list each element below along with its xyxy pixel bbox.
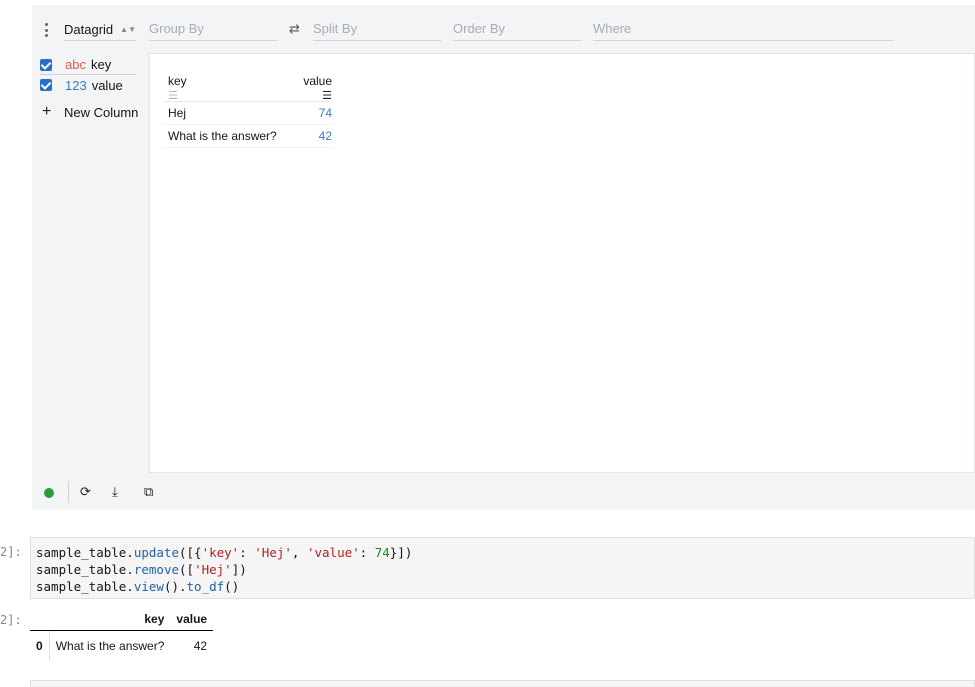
settings-menu-icon[interactable] bbox=[42, 23, 50, 37]
dataframe-index-header bbox=[30, 608, 50, 631]
cell-input-prompt: 2]: bbox=[0, 545, 22, 559]
column-name: key bbox=[90, 57, 112, 72]
dataframe-header-row: key value bbox=[30, 608, 214, 631]
grid-header-row: key value bbox=[164, 68, 332, 88]
column-menu-icon[interactable]: ☰ bbox=[322, 90, 332, 102]
dataframe-cell-value: 42 bbox=[193, 639, 208, 653]
dataframe-cell-key: What is the answer? bbox=[55, 639, 165, 653]
grid-column-menu-row: ☰ ☰ bbox=[164, 88, 332, 102]
column-item-value[interactable]: 123 value bbox=[40, 75, 140, 95]
grid-header-key[interactable]: key bbox=[164, 74, 288, 88]
grid-cell-key: What is the answer? bbox=[168, 129, 277, 143]
column-list: abc key 123 value bbox=[40, 55, 140, 95]
divider bbox=[68, 481, 69, 503]
dataframe-header-key: key bbox=[49, 608, 171, 631]
dataframe-output: key value 0 What is the answer? 42 bbox=[30, 608, 214, 661]
datagrid: key value ☰ ☰ Hej 74 What is the answer?… bbox=[164, 68, 332, 148]
perspective-viewer: Datagrid ▲▼ Group By ⇄ Split By Order By… bbox=[32, 5, 975, 509]
split-by-field[interactable]: Split By bbox=[313, 19, 441, 41]
grid-cell-value: 42 bbox=[318, 129, 332, 143]
column-name: value bbox=[91, 77, 123, 93]
copy-icon[interactable]: ⧉ bbox=[144, 484, 153, 500]
status-indicator-icon bbox=[44, 488, 54, 498]
new-column-button[interactable]: + New Column bbox=[42, 103, 138, 121]
grid-cell-value: 74 bbox=[318, 106, 332, 120]
plugin-select[interactable]: Datagrid ▲▼ bbox=[64, 19, 136, 41]
grid-header-value[interactable]: value bbox=[288, 74, 332, 88]
plus-icon: + bbox=[42, 103, 52, 120]
table-row: Hej 74 bbox=[164, 102, 332, 125]
select-caret-icon: ▲▼ bbox=[120, 25, 136, 34]
table-row: 0 What is the answer? 42 bbox=[30, 630, 213, 661]
column-menu-icon[interactable]: ☰ bbox=[168, 90, 178, 102]
viewer-status-bar: ⟳ ⤓ ⧉ bbox=[32, 477, 172, 509]
refresh-icon[interactable]: ⟳ bbox=[80, 484, 91, 500]
column-type-label: 123 bbox=[65, 77, 87, 93]
dataframe-index: 0 bbox=[30, 630, 50, 661]
column-item-key[interactable]: abc key bbox=[40, 55, 136, 75]
order-by-field[interactable]: Order By bbox=[453, 19, 581, 41]
new-column-label: New Column bbox=[64, 104, 139, 120]
plugin-select-value: Datagrid bbox=[64, 22, 114, 37]
code-cell[interactable]: sample_table.update([{'key': 'Hej', 'val… bbox=[30, 537, 975, 599]
viewer-toolbar: Datagrid ▲▼ Group By ⇄ Split By Order By… bbox=[32, 5, 975, 53]
table-row: What is the answer? 42 bbox=[164, 125, 332, 148]
swap-icon[interactable]: ⇄ bbox=[289, 21, 300, 37]
next-code-cell[interactable] bbox=[30, 680, 975, 687]
column-type-label: abc bbox=[65, 57, 86, 72]
where-field[interactable]: Where bbox=[593, 19, 893, 41]
group-by-field[interactable]: Group By bbox=[149, 19, 277, 41]
checkbox-icon[interactable] bbox=[40, 79, 52, 91]
download-icon[interactable]: ⤓ bbox=[112, 484, 118, 500]
checkbox-icon[interactable] bbox=[40, 58, 52, 71]
cell-output-prompt: 2]: bbox=[0, 613, 22, 627]
dataframe-header-value: value bbox=[170, 608, 214, 631]
grid-cell-key: Hej bbox=[168, 106, 187, 120]
datagrid-panel: key value ☰ ☰ Hej 74 What is the answer?… bbox=[149, 53, 975, 473]
